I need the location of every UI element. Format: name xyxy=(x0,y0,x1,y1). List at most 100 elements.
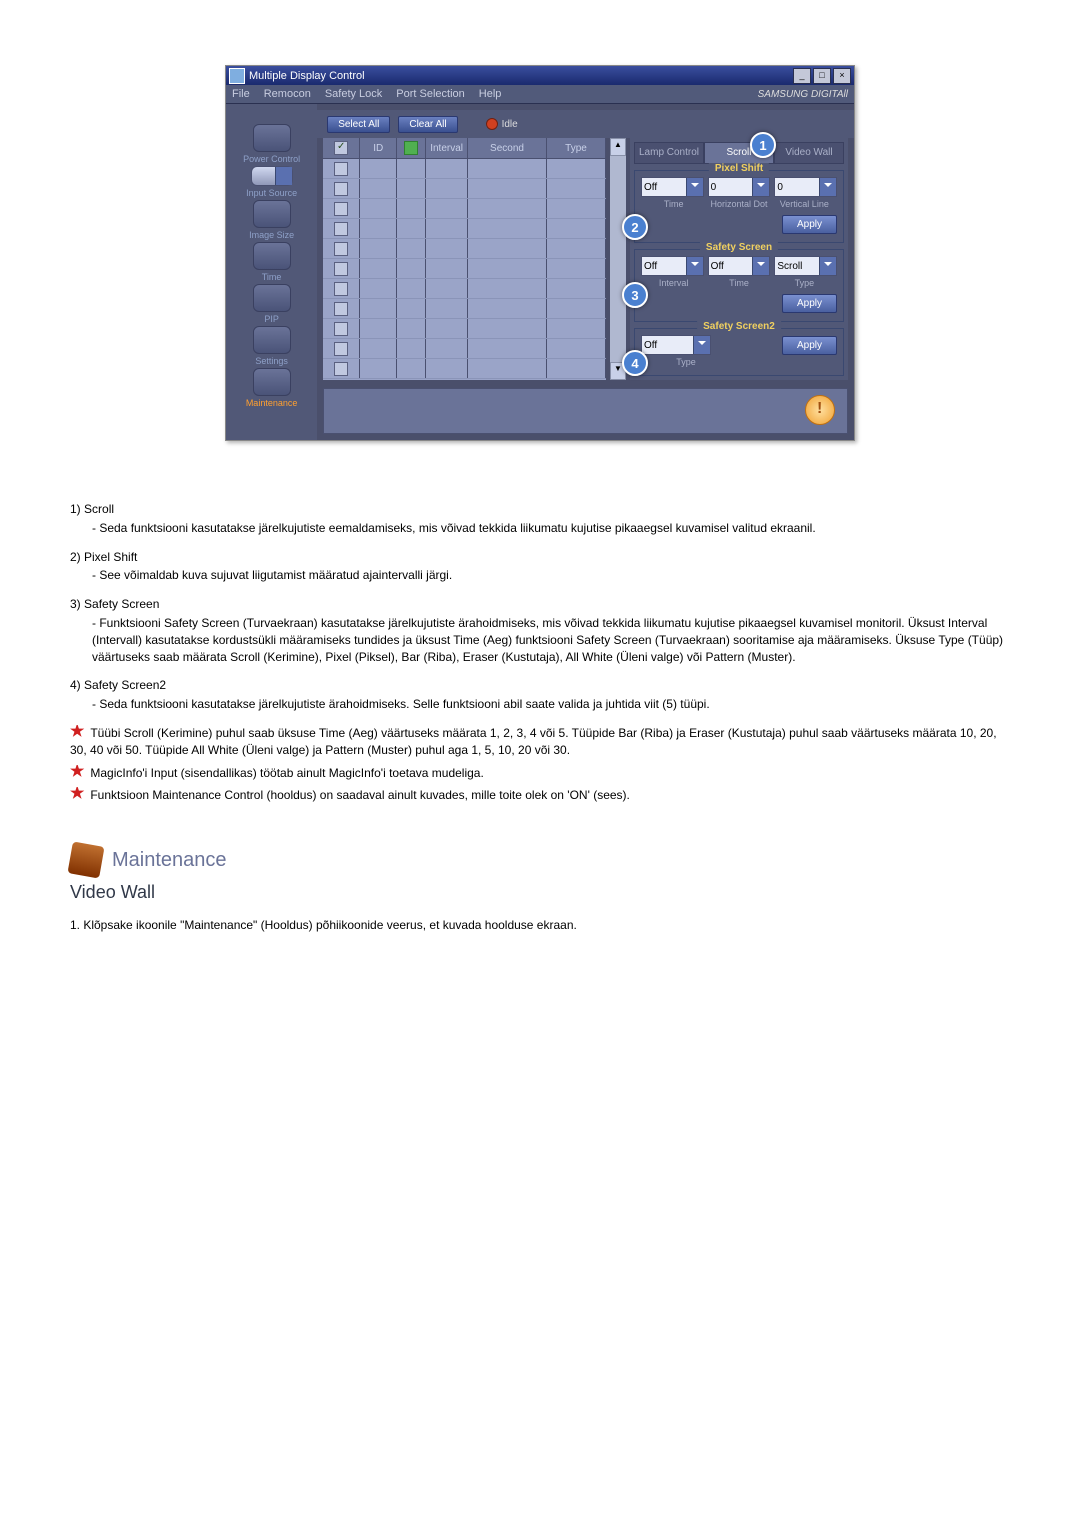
tab-lamp[interactable]: Lamp Control xyxy=(634,142,704,164)
sidebar-item-pip[interactable]: PIP xyxy=(232,284,312,324)
close-button[interactable]: × xyxy=(833,68,851,84)
grid-header: ID Interval Second Type xyxy=(323,138,606,159)
sidebar-item-settings[interactable]: Settings xyxy=(232,326,312,366)
pixelshift-time-select[interactable]: Off xyxy=(641,177,704,197)
safety-interval-select[interactable]: Off xyxy=(641,256,704,276)
safety-apply-button[interactable]: Apply xyxy=(782,294,837,313)
chevron-down-icon xyxy=(757,262,765,270)
table-row[interactable] xyxy=(323,319,606,339)
row-checkbox[interactable] xyxy=(334,362,348,376)
menu-file[interactable]: File xyxy=(232,88,250,100)
status-header-icon xyxy=(404,141,418,155)
row-checkbox[interactable] xyxy=(334,302,348,316)
item3-heading: Safety Screen xyxy=(84,597,159,611)
row-checkbox[interactable] xyxy=(334,182,348,196)
document-body: 1) Scroll - Seda funktsiooni kasutatakse… xyxy=(70,501,1010,934)
callout-2: 2 xyxy=(622,214,648,240)
row-checkbox[interactable] xyxy=(334,342,348,356)
input-icon xyxy=(251,166,293,186)
safety-screen2-group: Safety Screen2 Off Apply Type xyxy=(634,328,844,376)
warning-icon xyxy=(805,395,835,425)
header-checkbox[interactable] xyxy=(334,141,348,155)
brand-label: SAMSUNG DIGITAll xyxy=(515,89,848,100)
item1-heading: Scroll xyxy=(84,502,114,516)
tab-videowall[interactable]: Video Wall xyxy=(774,142,844,164)
scroll-track[interactable] xyxy=(610,156,626,362)
table-row[interactable] xyxy=(323,339,606,359)
row-checkbox[interactable] xyxy=(334,242,348,256)
col-type[interactable]: Type xyxy=(547,138,606,158)
power-icon xyxy=(253,124,291,152)
scroll-up-button[interactable]: ▲ xyxy=(610,138,626,156)
section-heading: Maintenance xyxy=(70,844,1010,876)
row-checkbox[interactable] xyxy=(334,322,348,336)
callout-3: 3 xyxy=(622,282,648,308)
safety-screen-title: Safety Screen xyxy=(700,242,778,253)
row-checkbox[interactable] xyxy=(334,162,348,176)
chevron-down-icon xyxy=(698,341,706,349)
col-interval[interactable]: Interval xyxy=(426,138,468,158)
item4-text: - Seda funktsiooni kasutatakse järelkuju… xyxy=(92,696,1010,713)
row-checkbox[interactable] xyxy=(334,262,348,276)
safety-type-select[interactable]: Scroll xyxy=(774,256,837,276)
chevron-down-icon xyxy=(824,262,832,270)
table-row[interactable] xyxy=(323,159,606,179)
pip-icon xyxy=(253,284,291,312)
minimize-button[interactable]: _ xyxy=(793,68,811,84)
clear-all-button[interactable]: Clear All xyxy=(398,116,457,133)
chevron-down-icon xyxy=(824,183,832,191)
select-all-button[interactable]: Select All xyxy=(327,116,390,133)
sidebar: Power Control Input Source Image Size Ti… xyxy=(226,104,317,440)
sidebar-item-time[interactable]: Time xyxy=(232,242,312,282)
item1-text: - Seda funktsiooni kasutatakse järelkuju… xyxy=(92,520,1010,537)
menu-remocon[interactable]: Remocon xyxy=(264,88,311,100)
window-title: Multiple Display Control xyxy=(249,70,365,82)
sidebar-item-image[interactable]: Image Size xyxy=(232,200,312,240)
safety2-type-select[interactable]: Off xyxy=(641,335,711,355)
safety2-apply-button[interactable]: Apply xyxy=(782,336,837,355)
sidebar-item-maintenance[interactable]: Maintenance xyxy=(232,368,312,408)
maximize-button[interactable]: □ xyxy=(813,68,831,84)
star-icon: ★ xyxy=(70,725,84,739)
callout-1: 1 xyxy=(750,132,776,158)
sidebar-item-power[interactable]: Power Control xyxy=(232,124,312,164)
item3-text: - Funktsiooni Safety Screen (Turvaekraan… xyxy=(92,615,1010,665)
table-row[interactable] xyxy=(323,219,606,239)
note1: Tüübi Scroll (Kerimine) puhul saab üksus… xyxy=(70,726,997,757)
grid-scrollbar[interactable]: ▲ ▼ xyxy=(610,138,626,380)
table-row[interactable] xyxy=(323,279,606,299)
app-window: Multiple Display Control _ □ × File Remo… xyxy=(225,65,855,441)
menubar: File Remocon Safety Lock Port Selection … xyxy=(226,85,854,104)
pixelshift-hdot-select[interactable]: 0 xyxy=(708,177,771,197)
panel-tabs: Lamp Control Scroll Video Wall xyxy=(634,142,844,164)
table-row[interactable] xyxy=(323,359,606,379)
col-second[interactable]: Second xyxy=(468,138,547,158)
callout-4: 4 xyxy=(622,350,648,376)
menu-safetylock[interactable]: Safety Lock xyxy=(325,88,382,100)
pixelshift-apply-button[interactable]: Apply xyxy=(782,215,837,234)
chevron-down-icon xyxy=(691,183,699,191)
menu-help[interactable]: Help xyxy=(479,88,502,100)
row-checkbox[interactable] xyxy=(334,222,348,236)
status-footer xyxy=(323,388,848,434)
chevron-down-icon xyxy=(691,262,699,270)
table-row[interactable] xyxy=(323,299,606,319)
maintenance-section-icon xyxy=(67,842,104,879)
safety-time-select[interactable]: Off xyxy=(708,256,771,276)
table-row[interactable] xyxy=(323,179,606,199)
app-icon xyxy=(229,68,245,84)
subsection-heading: Video Wall xyxy=(70,880,1010,905)
table-row[interactable] xyxy=(323,199,606,219)
menu-portselection[interactable]: Port Selection xyxy=(396,88,464,100)
table-row[interactable] xyxy=(323,259,606,279)
item2-heading: Pixel Shift xyxy=(84,550,137,564)
row-checkbox[interactable] xyxy=(334,282,348,296)
pixel-shift-group: Pixel Shift Off 0 0 TimeHorizontal DotVe… xyxy=(634,170,844,243)
sidebar-item-input[interactable]: Input Source xyxy=(232,166,312,198)
pixelshift-vline-select[interactable]: 0 xyxy=(774,177,837,197)
item2-text: - See võimaldab kuva sujuvat liigutamist… xyxy=(92,567,1010,584)
col-id[interactable]: ID xyxy=(360,138,397,158)
titlebar: Multiple Display Control _ □ × xyxy=(226,66,854,85)
table-row[interactable] xyxy=(323,239,606,259)
row-checkbox[interactable] xyxy=(334,202,348,216)
